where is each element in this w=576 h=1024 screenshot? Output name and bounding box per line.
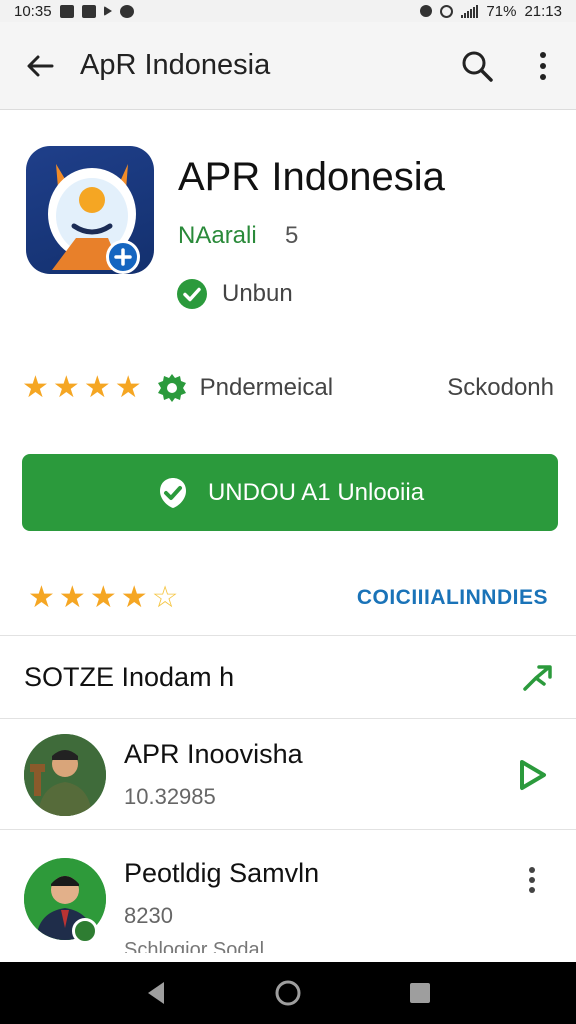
- shield-check-icon: [159, 477, 186, 508]
- back-button[interactable]: [0, 22, 80, 110]
- list-item-title: APR Inoovisha: [124, 739, 303, 769]
- play-icon: [520, 759, 546, 790]
- play-button[interactable]: [510, 753, 554, 797]
- signal-icon: [461, 4, 479, 18]
- rating-row: ★ ★ ★ ★ ☆ COICIIIALINNDIES: [0, 560, 576, 636]
- app-bar: ApR Indonesia: [0, 22, 576, 110]
- list-item-text: Peotldig Samvln 8230 Schlogior Sodal: [124, 858, 510, 953]
- list-item-title: Peotldig Samvln: [124, 858, 320, 888]
- list-item-text: APR Inoovisha 10.32985: [124, 739, 510, 810]
- install-button-label: UNDOU A1 Unlooiia: [207, 478, 425, 506]
- star-icon: ★: [58, 580, 86, 614]
- app-bar-title: ApR Indonesia: [80, 49, 271, 81]
- badge-gear-icon: [157, 374, 186, 402]
- star-icon: ★: [89, 580, 117, 614]
- nav-recents-icon: [410, 983, 430, 1003]
- star-icon: ★: [28, 580, 55, 614]
- vibrate-icon: [420, 5, 433, 17]
- star-icon: ★: [22, 371, 49, 404]
- developer-count: 5: [285, 222, 299, 249]
- rating-stars-2: ★ ★ ★ ★ ☆: [28, 580, 179, 614]
- more-options-button[interactable]: [510, 22, 576, 110]
- more-vert-icon: [540, 51, 546, 80]
- list-item[interactable]: APR Inoovisha 10.32985: [0, 720, 576, 830]
- app-icon-badge: [106, 240, 140, 274]
- nav-back-icon: [148, 982, 164, 1004]
- status-clock: 21:13: [524, 2, 562, 20]
- more-vert-icon: [529, 867, 535, 893]
- nav-home-button[interactable]: [258, 962, 318, 1024]
- nav-home-icon: [275, 980, 301, 1006]
- plus-icon: [114, 248, 132, 266]
- nav-back-button[interactable]: [126, 962, 186, 1024]
- app-name: APR Indonesia: [178, 155, 445, 199]
- rating-stars: ★ ★ ★ ★: [22, 373, 142, 403]
- star-outline-icon: ☆: [151, 580, 179, 614]
- search-button[interactable]: [444, 22, 510, 110]
- status-right: 71% 21:13: [420, 3, 562, 20]
- status-bar: 10:35 71% 21:13: [0, 0, 576, 22]
- check-circle-icon: [177, 279, 207, 309]
- app-header: APR Indonesia NAarali 5 Unbun: [0, 110, 576, 350]
- developer-link[interactable]: NAarali: [178, 222, 257, 250]
- list-item-extra: Schlogior Sodal: [124, 939, 265, 953]
- back-arrow-icon: [27, 55, 54, 76]
- list-item[interactable]: Peotldig Samvln 8230 Schlogior Sodal: [0, 832, 576, 962]
- image-icon: [81, 4, 96, 18]
- location-icon: [103, 6, 112, 16]
- category-label: Pndermeical: [199, 374, 334, 401]
- verified-row: Unbun: [176, 278, 293, 310]
- navigation-bar: [0, 962, 576, 1024]
- avatar: [24, 733, 106, 816]
- status-time: 10:35: [14, 2, 52, 20]
- star-icon: ★: [52, 371, 80, 404]
- rating-link[interactable]: COICIIIALINNDIES: [357, 586, 548, 610]
- nav-recents-button[interactable]: [390, 962, 450, 1024]
- online-badge-icon: [72, 918, 98, 944]
- mail-icon: [59, 4, 74, 18]
- verified-label: Unbun: [222, 280, 293, 307]
- battery-level: 71%: [486, 2, 517, 20]
- android-icon: [119, 4, 134, 18]
- person-avatar-icon: [24, 733, 106, 816]
- star-icon: ★: [114, 371, 142, 404]
- status-left: 10:35: [14, 3, 134, 20]
- install-button[interactable]: UNDOU A1 Unlooiia: [22, 454, 558, 531]
- star-icon: ★: [120, 580, 148, 614]
- alarm-icon: [440, 4, 454, 18]
- section-title: SOTZE Inodam h: [24, 662, 235, 692]
- list-item-subtitle: 8230: [124, 903, 173, 928]
- section-header[interactable]: SOTZE Inodam h: [0, 637, 576, 719]
- share-arrow-icon: [523, 664, 552, 691]
- info-row: ★ ★ ★ ★ Pndermeical Sckodonh: [0, 350, 576, 426]
- star-icon: ★: [83, 371, 111, 404]
- item-more-button[interactable]: [510, 858, 554, 902]
- search-icon: [462, 51, 493, 82]
- info-right-label: Sckodonh: [447, 374, 554, 401]
- list-item-subtitle: 10.32985: [124, 784, 216, 809]
